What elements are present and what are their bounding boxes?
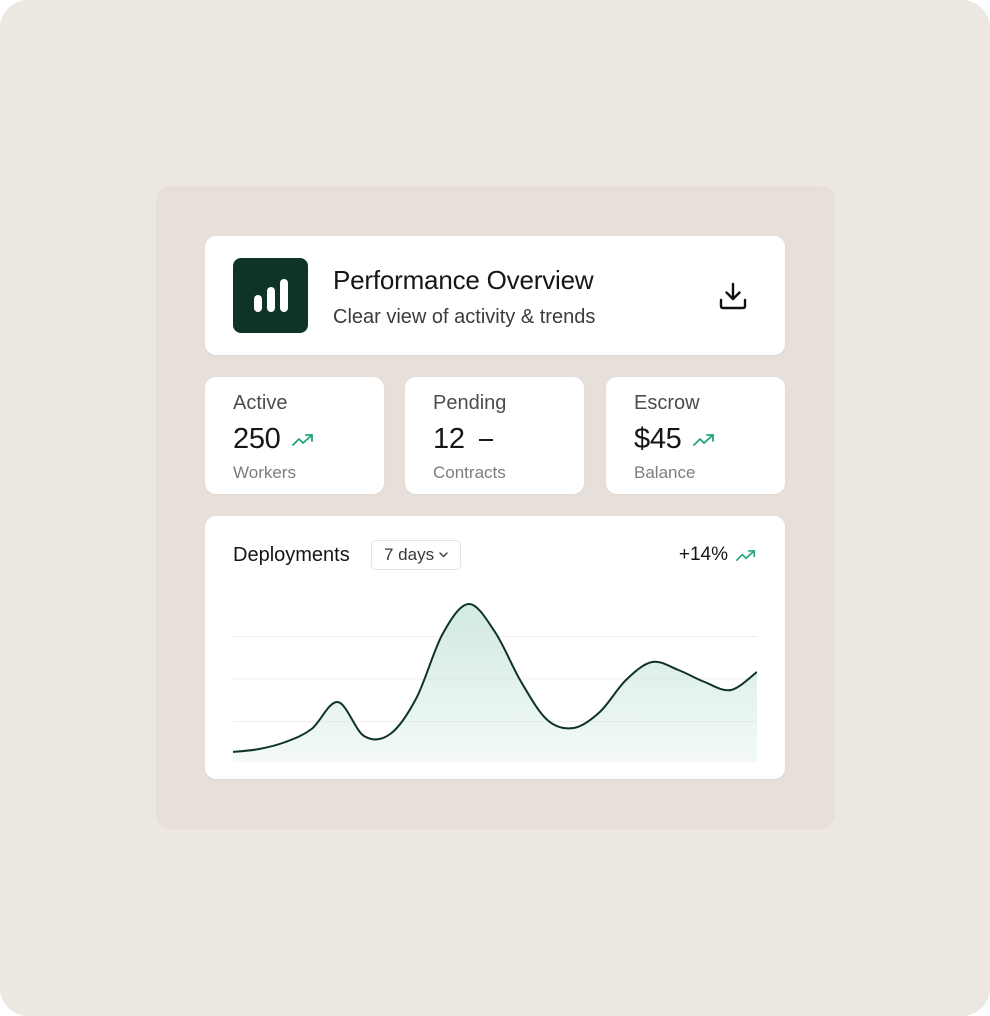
deployments-chart-card: Deployments 7 days +14%: [205, 516, 785, 779]
stat-value: $45: [634, 423, 682, 455]
area-fill: [233, 603, 757, 762]
page-title: Performance Overview: [333, 265, 594, 295]
overview-header-card: Performance Overview Clear view of activ…: [205, 236, 785, 355]
stat-sublabel: Balance: [634, 463, 696, 482]
change-readout: +14%: [679, 544, 757, 566]
stat-card-escrow: Escrow $45 Balance: [606, 377, 785, 494]
trend-up-icon: [736, 549, 756, 561]
stat-label: Escrow: [634, 392, 700, 414]
download-button[interactable]: [713, 276, 753, 316]
trend-up-icon: [692, 433, 714, 446]
page-subtitle: Clear view of activity & trends: [333, 306, 596, 328]
range-select[interactable]: 7 days: [371, 540, 462, 570]
deployments-area-chart: [233, 602, 757, 762]
stat-value: 12: [433, 423, 465, 455]
trend-flat-icon: [478, 438, 493, 441]
stat-card-active: Active 250 Workers: [205, 377, 384, 494]
stat-value: 250: [233, 423, 281, 455]
stat-card-pending: Pending 12 Contracts: [405, 377, 584, 494]
stat-label: Active: [233, 392, 288, 414]
stat-sublabel: Contracts: [433, 463, 506, 482]
download-icon: [719, 282, 747, 310]
trend-up-icon: [291, 433, 313, 446]
bar-chart-icon: [233, 258, 308, 333]
chart-title: Deployments: [233, 544, 350, 566]
range-select-value: 7 days: [384, 545, 435, 564]
stat-label: Pending: [433, 392, 507, 414]
chevron-down-icon: [439, 552, 448, 558]
stat-sublabel: Workers: [233, 463, 296, 482]
change-value: +14%: [678, 544, 728, 565]
